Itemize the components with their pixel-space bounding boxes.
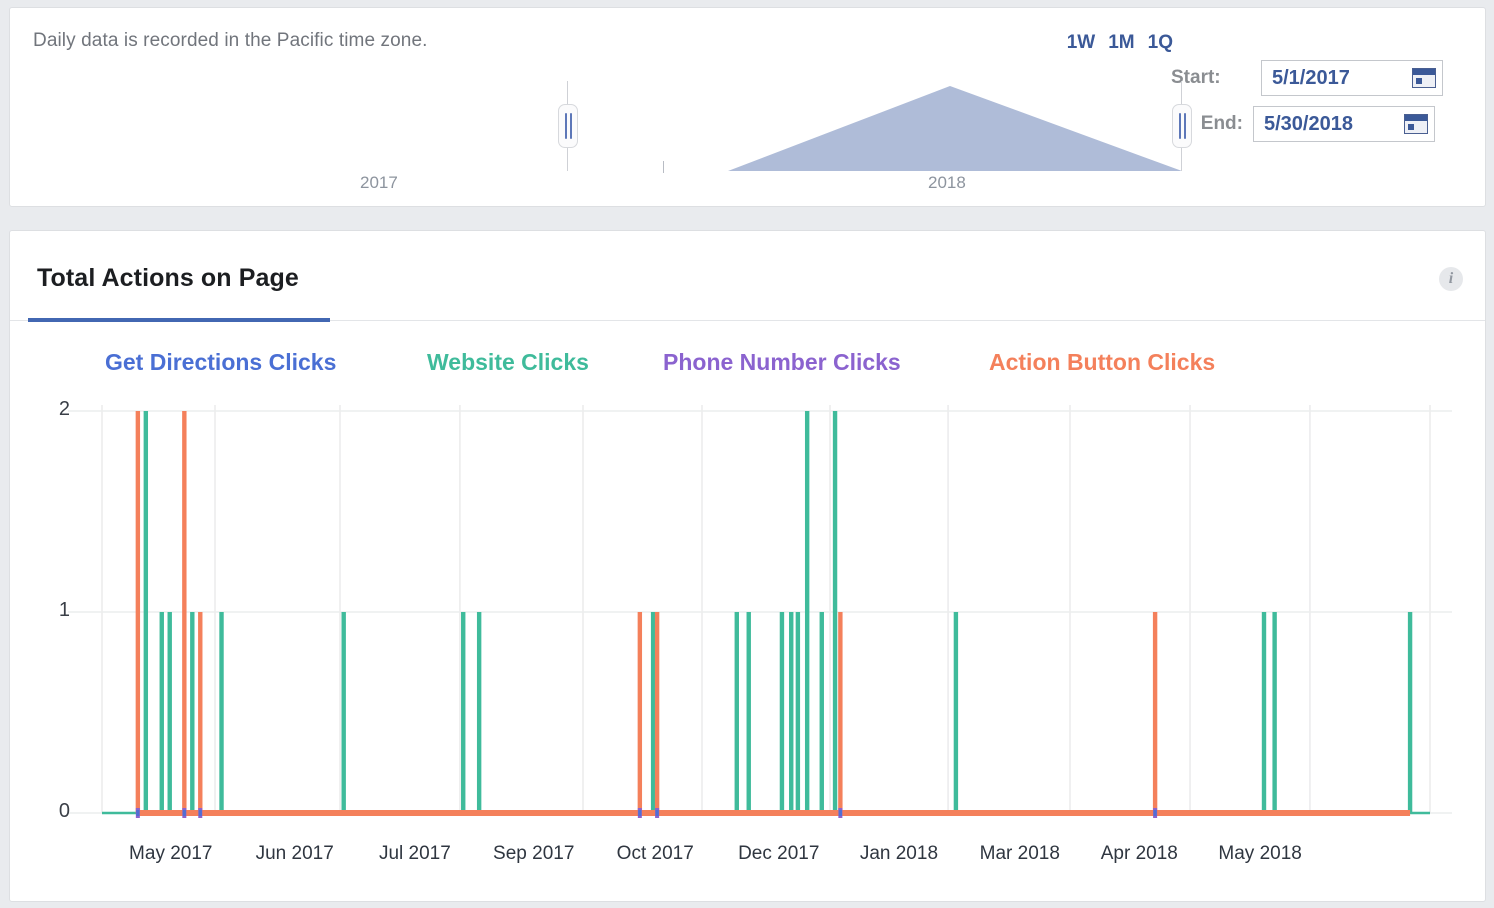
spike-website-clicks-1 <box>160 612 164 813</box>
x-axis-tick-dec-2017: Dec 2017 <box>738 843 819 865</box>
spike-action-button-clicks-5 <box>838 612 842 813</box>
start-date-value: 5/1/2017 <box>1272 67 1412 90</box>
spike-website-clicks-0 <box>144 411 148 813</box>
overview-area-shape <box>728 86 1182 171</box>
grip-line <box>1179 113 1181 139</box>
spike-action-button-clicks-2 <box>198 612 202 813</box>
calendar-icon[interactable] <box>1404 114 1428 134</box>
x-axis-tick-may-2018: May 2018 <box>1218 843 1301 865</box>
x-axis-tick-sep-2017: Sep 2017 <box>493 843 574 865</box>
x-axis-tick-jun-2017: Jun 2017 <box>256 843 334 865</box>
spike-website-clicks-20 <box>1408 612 1412 813</box>
marker-get-directions-clicks-6 <box>1154 810 1157 816</box>
spike-website-clicks-2 <box>168 612 172 813</box>
grip-line <box>565 113 567 139</box>
start-date-input[interactable]: 5/1/2017 <box>1261 60 1443 96</box>
y-axis-tick-1: 1 <box>40 599 70 622</box>
chart-plot-area <box>10 396 1487 856</box>
range-overview-svg <box>30 63 1190 178</box>
y-axis-tick-0: 0 <box>40 800 70 823</box>
spike-website-clicks-5 <box>341 612 345 813</box>
start-date-label: Start: <box>1171 67 1261 89</box>
spike-website-clicks-15 <box>820 612 824 813</box>
spike-website-clicks-14 <box>805 411 809 813</box>
spike-action-button-clicks-0 <box>136 411 140 813</box>
spike-website-clicks-7 <box>477 612 481 813</box>
date-fields: Start: 5/1/2017 End: 5/30/2018 <box>1171 60 1461 152</box>
preset-1m[interactable]: 1M <box>1108 32 1134 54</box>
x-axis-tick-jul-2017: Jul 2017 <box>379 843 451 865</box>
legend-item-get-directions-clicks[interactable]: Get Directions Clicks <box>105 349 336 376</box>
spike-website-clicks-4 <box>219 612 223 813</box>
marker-get-directions-clicks-4 <box>656 810 659 816</box>
preset-1w[interactable]: 1W <box>1067 32 1096 54</box>
info-icon[interactable]: i <box>1439 267 1463 291</box>
spike-website-clicks-9 <box>735 612 739 813</box>
date-range-panel: Daily data is recorded in the Pacific ti… <box>9 7 1486 207</box>
spike-website-clicks-8 <box>651 612 655 813</box>
range-overview-chart[interactable] <box>30 63 1190 178</box>
tab-total-actions-on-page[interactable]: Total Actions on Page <box>37 264 299 293</box>
chart-panel: Total Actions on Page i Get Directions C… <box>9 230 1486 902</box>
range-presets: 1W 1M 1Q <box>1067 32 1173 54</box>
range-slider-handle-start[interactable] <box>558 104 578 148</box>
overview-year-2018: 2018 <box>928 173 966 193</box>
x-axis-tick-mar-2018: Mar 2018 <box>980 843 1060 865</box>
spike-website-clicks-16 <box>833 411 837 813</box>
grip-line <box>570 113 572 139</box>
y-axis-tick-2: 2 <box>40 398 70 421</box>
marker-get-directions-clicks-0 <box>136 810 139 816</box>
spike-website-clicks-6 <box>461 612 465 813</box>
end-date-input[interactable]: 5/30/2018 <box>1253 106 1435 142</box>
spike-action-button-clicks-3 <box>638 612 642 813</box>
spike-action-button-clicks-4 <box>655 612 659 813</box>
grip-line <box>1184 113 1186 139</box>
spike-action-button-clicks-1 <box>182 411 186 813</box>
overview-year-2017: 2017 <box>360 173 398 193</box>
active-tab-underline <box>28 318 330 322</box>
marker-get-directions-clicks-5 <box>839 810 842 816</box>
calendar-icon[interactable] <box>1412 68 1436 88</box>
legend-item-website-clicks[interactable]: Website Clicks <box>427 349 589 376</box>
range-slider-handle-end[interactable] <box>1172 104 1192 148</box>
end-date-value: 5/30/2018 <box>1264 113 1404 136</box>
spike-website-clicks-10 <box>747 612 751 813</box>
preset-1q[interactable]: 1Q <box>1148 32 1173 54</box>
start-date-row: Start: 5/1/2017 <box>1171 60 1461 96</box>
x-axis-tick-apr-2018: Apr 2018 <box>1101 843 1178 865</box>
legend-item-action-button-clicks[interactable]: Action Button Clicks <box>989 349 1215 376</box>
timezone-note: Daily data is recorded in the Pacific ti… <box>33 30 428 52</box>
marker-get-directions-clicks-3 <box>638 810 641 816</box>
end-date-row: End: 5/30/2018 <box>1171 106 1461 142</box>
spike-website-clicks-17 <box>954 612 958 813</box>
x-axis-tick-may-2017: May 2017 <box>129 843 212 865</box>
spike-website-clicks-3 <box>190 612 194 813</box>
chart-panel-header: Total Actions on Page i <box>10 231 1485 321</box>
x-axis-tick-jan-2018: Jan 2018 <box>860 843 938 865</box>
chart-svg <box>10 396 1487 856</box>
legend-item-phone-number-clicks[interactable]: Phone Number Clicks <box>663 349 901 376</box>
spike-website-clicks-12 <box>789 612 793 813</box>
x-axis-tick-oct-2017: Oct 2017 <box>617 843 694 865</box>
chart-legend: Get Directions Clicks Website Clicks Phone… <box>10 349 1485 383</box>
spike-website-clicks-18 <box>1262 612 1266 813</box>
spike-website-clicks-11 <box>780 612 784 813</box>
app-root: Daily data is recorded in the Pacific ti… <box>0 0 1494 908</box>
spike-website-clicks-19 <box>1272 612 1276 813</box>
marker-get-directions-clicks-2 <box>199 810 202 816</box>
overview-mid-tick <box>663 161 664 173</box>
spike-action-button-clicks-6 <box>1153 612 1157 813</box>
marker-get-directions-clicks-1 <box>183 810 186 816</box>
spike-website-clicks-13 <box>796 612 800 813</box>
